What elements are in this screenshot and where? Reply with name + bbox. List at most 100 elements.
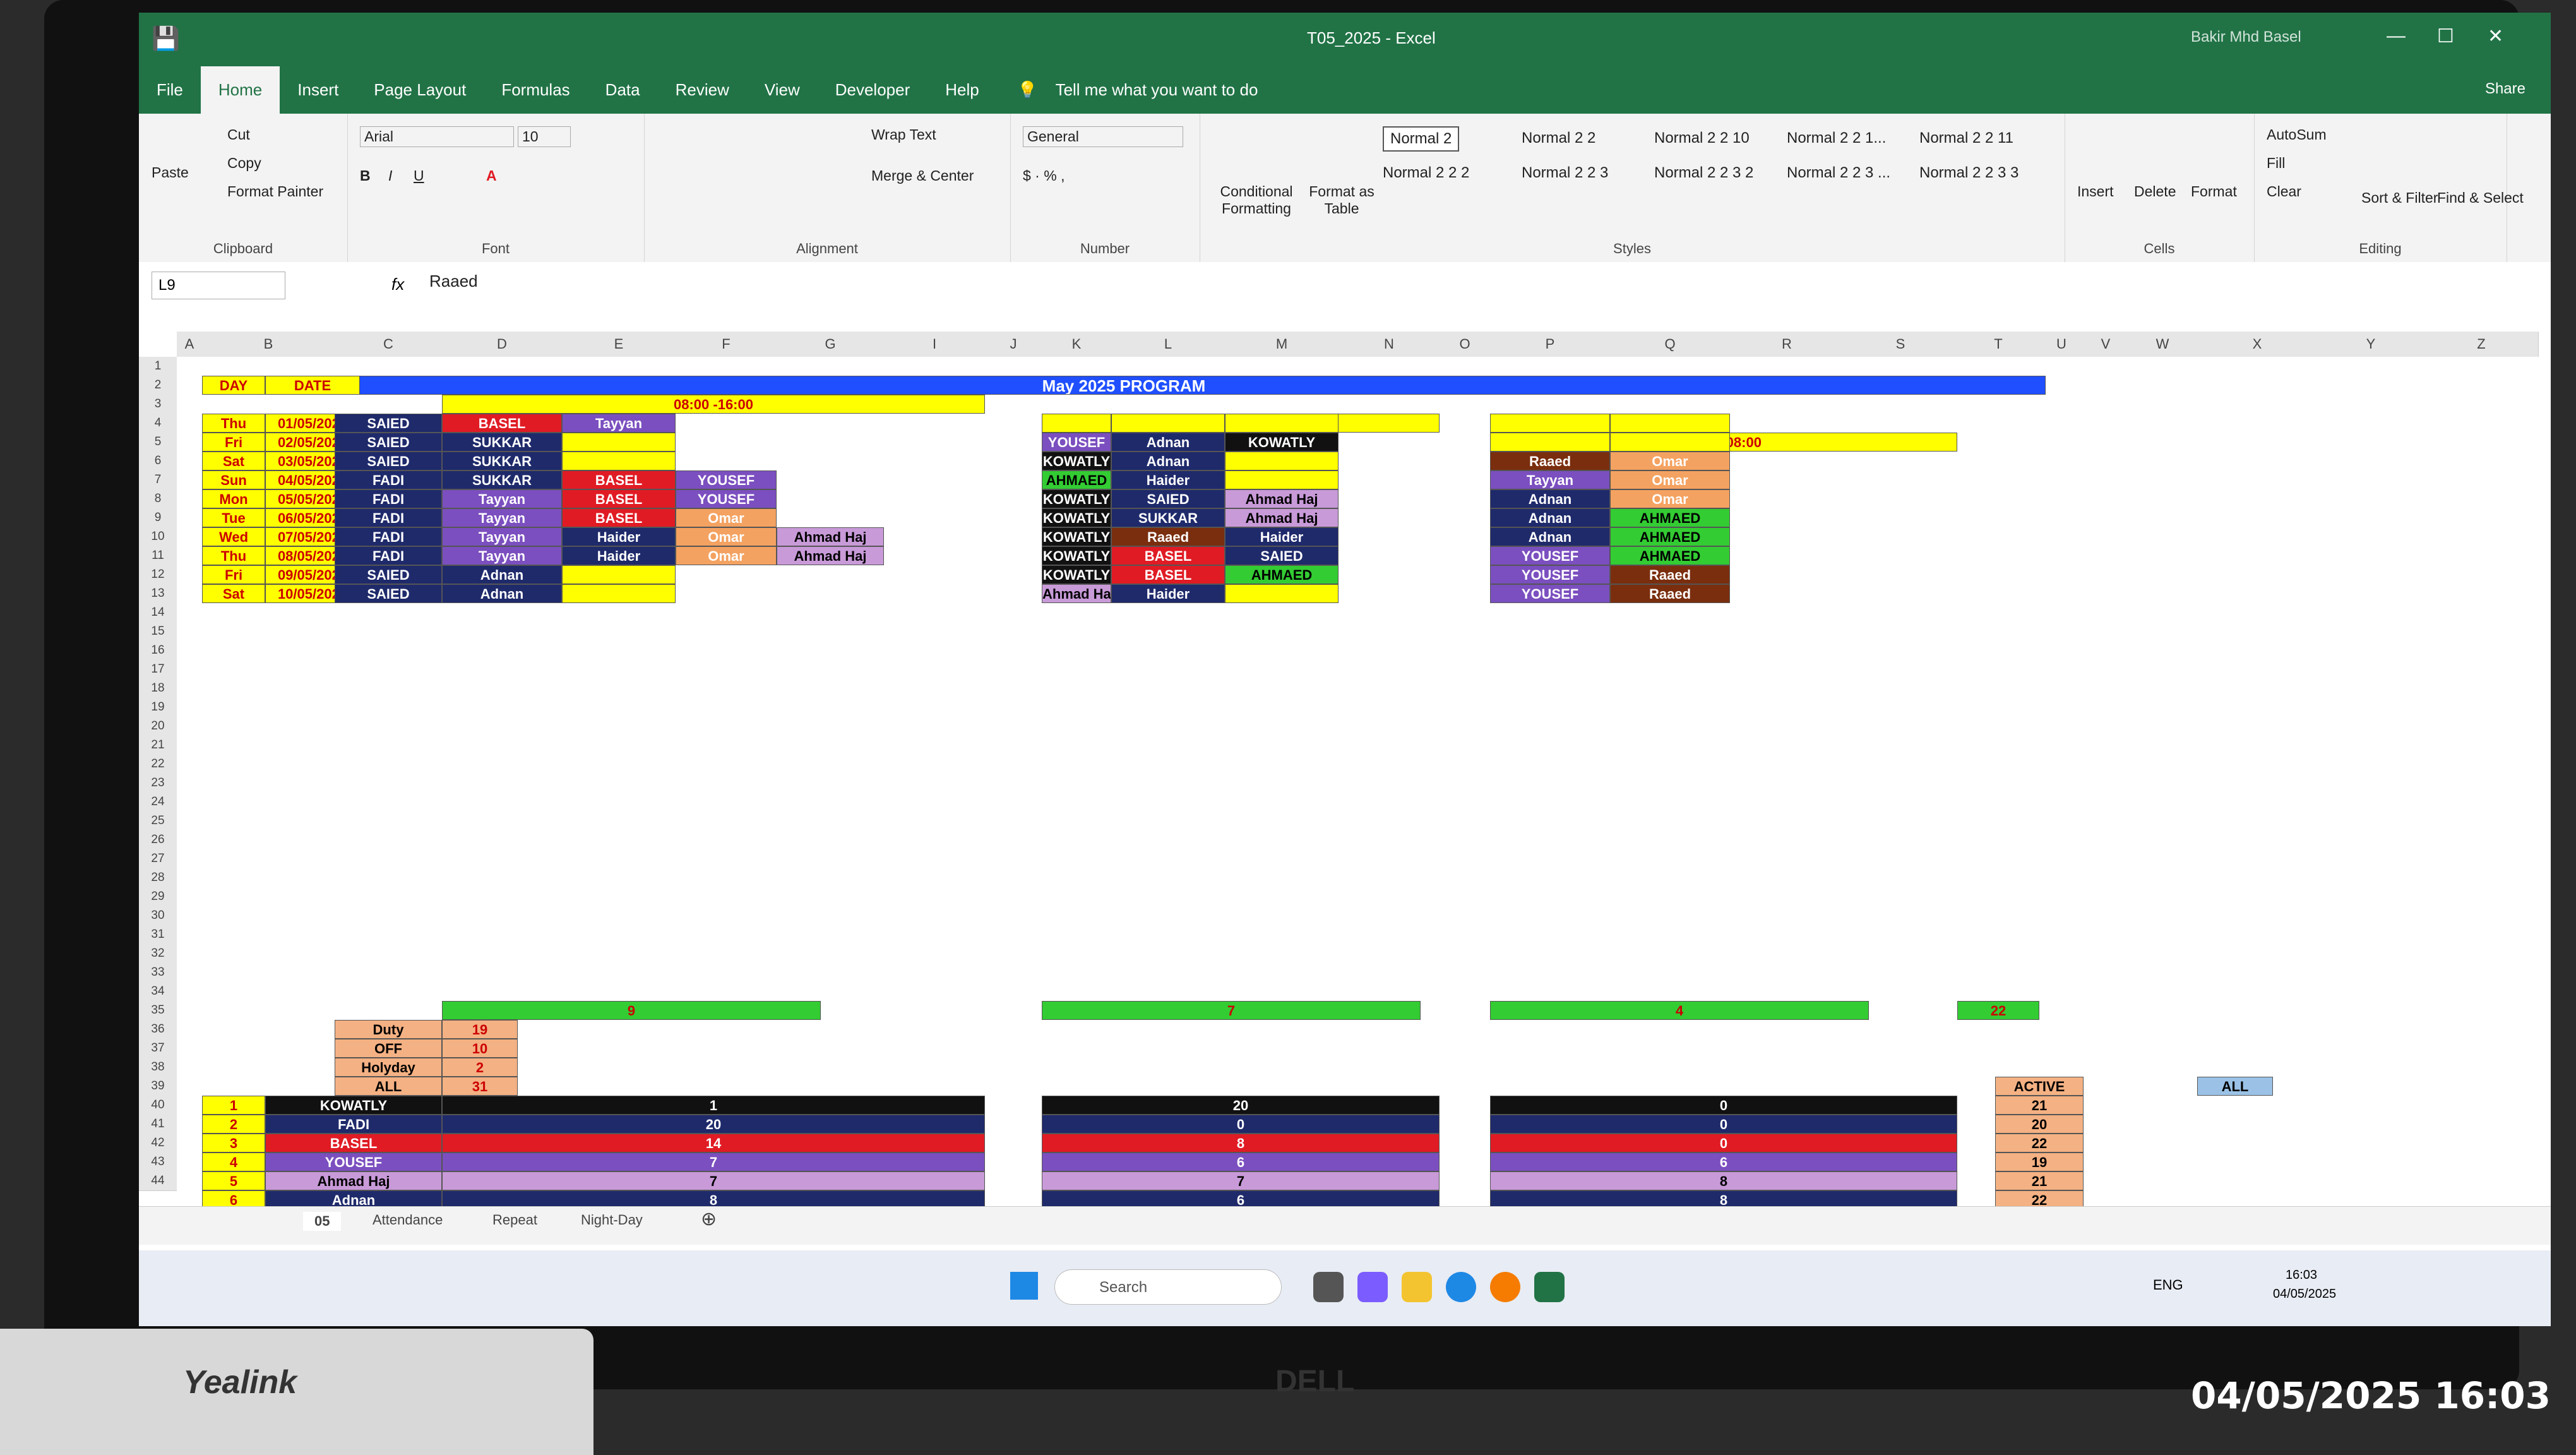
schedule-cell[interactable]: FADI — [335, 470, 442, 489]
schedule-cell[interactable]: BASEL — [1111, 565, 1225, 584]
tab-help[interactable]: Help — [927, 66, 996, 114]
schedule-cell[interactable]: Tayyan — [562, 414, 676, 433]
count-evening[interactable]: 7 — [1042, 1171, 1440, 1190]
style-normal-2-2-3-3[interactable]: Normal 2 2 3 3 — [1919, 164, 2018, 182]
schedule-cell[interactable]: Adnan — [1490, 489, 1610, 508]
sheet-tab-05[interactable]: 05 — [303, 1212, 342, 1231]
schedule-cell[interactable]: Ahmad Haj — [777, 527, 884, 546]
schedule-cell[interactable]: Adnan — [1111, 433, 1225, 452]
schedule-cell[interactable] — [1225, 470, 1339, 489]
tab-page-layout[interactable]: Page Layout — [356, 66, 484, 114]
count-evening[interactable]: 6 — [1042, 1153, 1440, 1171]
tab-developer[interactable]: Developer — [818, 66, 928, 114]
style-normal-2-2-3-2[interactable]: Normal 2 2 3 2 — [1654, 164, 1753, 182]
count-night[interactable]: 8 — [1490, 1171, 1957, 1190]
day-cell[interactable]: Fri — [202, 433, 265, 452]
employee-index[interactable]: 1 — [202, 1096, 265, 1115]
day-cell[interactable]: Sat — [202, 584, 265, 603]
schedule-cell[interactable]: Raaed — [1610, 565, 1730, 584]
style-normal-2-2-3-x[interactable]: Normal 2 2 3 ... — [1787, 164, 1890, 182]
employee-index[interactable]: 4 — [202, 1153, 265, 1171]
format-button[interactable]: Format — [2191, 183, 2237, 200]
schedule-cell[interactable]: Raaed — [1610, 584, 1730, 603]
employee-name[interactable]: YOUSEF — [265, 1153, 442, 1171]
schedule-cell[interactable]: YOUSEF — [1490, 584, 1610, 603]
day-cell[interactable]: Fri — [202, 565, 265, 584]
style-normal-2-2-3[interactable]: Normal 2 2 3 — [1522, 164, 1608, 182]
active-header[interactable]: ACTIVE — [1995, 1077, 2084, 1096]
schedule-cell[interactable]: Tayyan — [1490, 470, 1610, 489]
schedule-cell[interactable]: KOWATLY — [1225, 433, 1339, 452]
day-cell[interactable]: Sun — [202, 470, 265, 489]
schedule-cell[interactable] — [1111, 414, 1225, 433]
currency-button[interactable]: $ · % , — [1023, 167, 1064, 184]
summary-value-duty[interactable]: 19 — [442, 1020, 518, 1039]
schedule-cell[interactable]: Tayyan — [442, 489, 562, 508]
day-header[interactable]: DAY — [202, 376, 265, 395]
schedule-cell[interactable]: Tayyan — [442, 527, 562, 546]
schedule-cell[interactable]: YOUSEF — [1490, 546, 1610, 565]
employee-index[interactable]: 3 — [202, 1134, 265, 1153]
schedule-cell[interactable] — [1225, 452, 1339, 470]
schedule-cell[interactable]: SUKKAR — [442, 470, 562, 489]
employee-name[interactable]: KOWATLY — [265, 1096, 442, 1115]
merge-center-button[interactable]: Merge & Center — [871, 167, 974, 184]
active-count[interactable]: 20 — [1995, 1115, 2084, 1134]
schedule-cell[interactable]: KOWATLY — [1042, 546, 1111, 565]
shift-total[interactable]: 22 — [1957, 1001, 2039, 1020]
schedule-cell[interactable]: SAIED — [335, 452, 442, 470]
number-format-select[interactable]: General — [1023, 126, 1183, 147]
schedule-cell[interactable]: FADI — [335, 546, 442, 565]
schedule-cell[interactable]: Tayyan — [442, 546, 562, 565]
schedule-cell[interactable]: KOWATLY — [1042, 489, 1111, 508]
day-cell[interactable]: Wed — [202, 527, 265, 546]
style-normal-2[interactable]: Normal 2 — [1383, 126, 1460, 152]
schedule-cell[interactable]: BASEL — [562, 470, 676, 489]
tab-review[interactable]: Review — [658, 66, 747, 114]
schedule-cell[interactable] — [1490, 433, 1610, 452]
sheet-tab-attendance[interactable]: Attendance — [373, 1212, 443, 1228]
worksheet-grid[interactable]: A B C D E F G I J K L M N O P Q R S T U V W X Y Z 1 2 3 4 5 6 7 8 9 10 11 12… — [139, 332, 2551, 1209]
schedule-cell[interactable] — [1490, 414, 1610, 433]
schedule-cell[interactable]: FADI — [335, 489, 442, 508]
fx-icon[interactable]: fx — [391, 275, 404, 294]
schedule-cell[interactable]: SUKKAR — [1111, 508, 1225, 527]
schedule-cell[interactable]: Haider — [1111, 584, 1225, 603]
schedule-cell[interactable]: Haider — [1225, 527, 1339, 546]
employee-name[interactable]: FADI — [265, 1115, 442, 1134]
active-count[interactable]: 22 — [1995, 1134, 2084, 1153]
schedule-cell[interactable]: Ahmad Haj — [1225, 508, 1339, 527]
schedule-cell[interactable]: Adnan — [442, 584, 562, 603]
language-indicator[interactable]: ENG — [2153, 1277, 2183, 1293]
insert-button[interactable]: Insert — [2077, 183, 2114, 200]
sheet-tab-repeat[interactable]: Repeat — [492, 1212, 537, 1228]
schedule-cell[interactable] — [562, 584, 676, 603]
shift-total[interactable]: 7 — [1042, 1001, 1421, 1020]
day-cell[interactable]: Thu — [202, 546, 265, 565]
paste-button[interactable]: Paste — [152, 164, 189, 181]
schedule-cell[interactable]: AHMAED — [1225, 565, 1339, 584]
windows-start-icon[interactable] — [1010, 1272, 1038, 1300]
close-icon[interactable]: ✕ — [2488, 25, 2503, 47]
schedule-cell[interactable]: AHMAED — [1610, 527, 1730, 546]
schedule-cell[interactable]: Haider — [562, 527, 676, 546]
schedule-cell[interactable]: SAIED — [335, 565, 442, 584]
schedule-cell[interactable]: Adnan — [442, 565, 562, 584]
count-night[interactable]: 0 — [1490, 1115, 1957, 1134]
schedule-cell[interactable]: YOUSEF — [676, 470, 777, 489]
maximize-icon[interactable]: ☐ — [2437, 25, 2454, 47]
summary-value-holyday[interactable]: 2 — [442, 1058, 518, 1077]
underline-button[interactable]: U — [414, 167, 424, 184]
wrap-text-button[interactable]: Wrap Text — [871, 126, 936, 143]
clock-date[interactable]: 04/05/2025 — [2273, 1287, 2336, 1302]
schedule-cell[interactable]: SAIED — [335, 433, 442, 452]
firefox-icon[interactable] — [1490, 1272, 1520, 1302]
schedule-cell[interactable]: BASEL — [1111, 546, 1225, 565]
tab-home[interactable]: Home — [200, 66, 280, 114]
schedule-cell[interactable]: Adnan — [1490, 527, 1610, 546]
summary-label-off[interactable]: OFF — [335, 1039, 442, 1058]
count-day[interactable]: 20 — [442, 1115, 985, 1134]
find-select-button[interactable]: Find & Select — [2437, 189, 2524, 207]
schedule-cell[interactable] — [562, 433, 676, 452]
employee-index[interactable]: 5 — [202, 1171, 265, 1190]
